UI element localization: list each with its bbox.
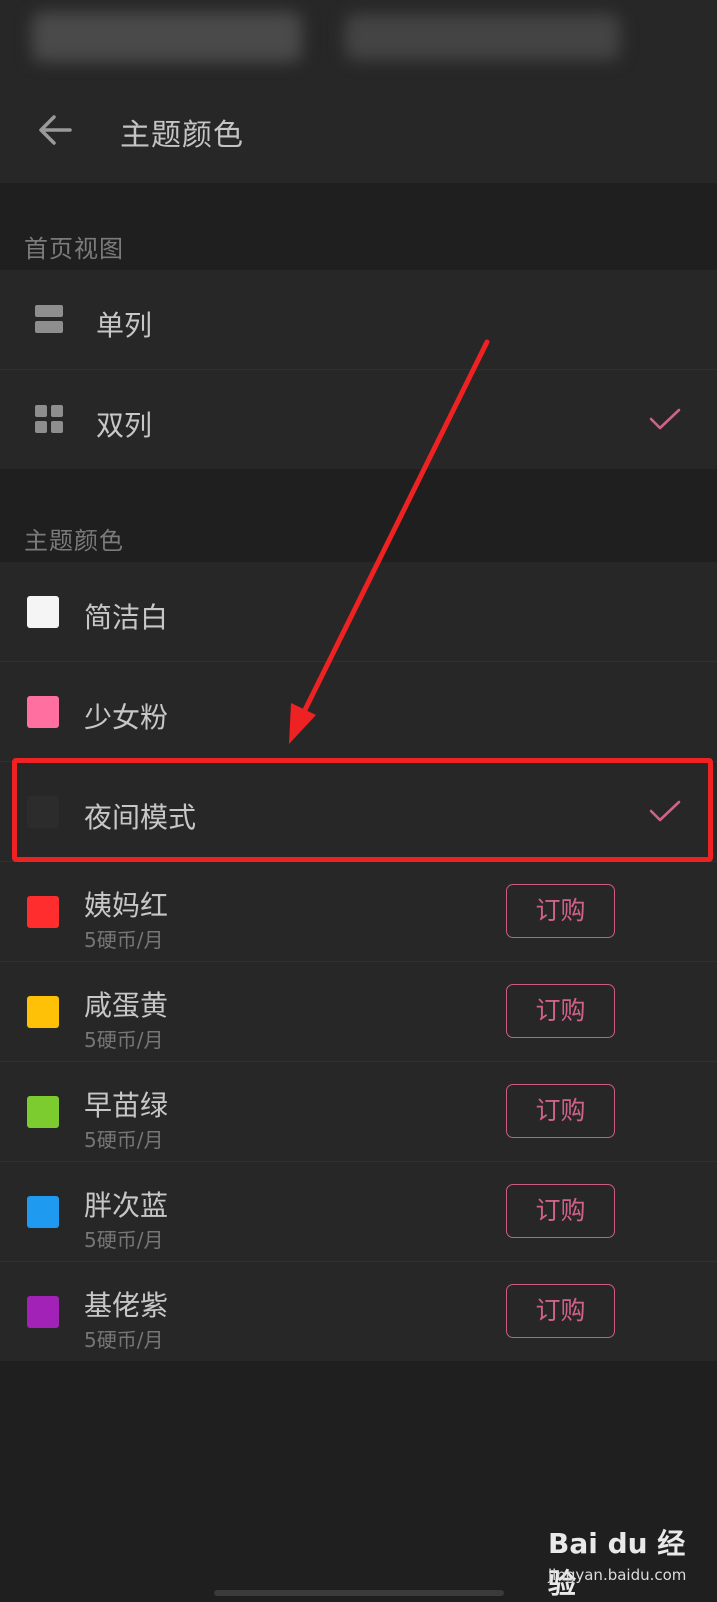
home-indicator[interactable] [214, 1590, 504, 1596]
status-bar [0, 0, 717, 80]
theme-option-white[interactable]: 简洁白 [0, 562, 717, 662]
color-swatch [27, 1096, 59, 1128]
color-swatch [27, 896, 59, 928]
subscribe-button[interactable]: 订购 [506, 884, 615, 938]
watermark: Bai du 经验 jingyan.baidu.com [548, 1518, 708, 1600]
checkmark-icon [649, 408, 681, 430]
option-single-column[interactable]: 单列 [0, 270, 717, 370]
checkmark-icon [649, 800, 681, 822]
theme-label: 姨妈红 [84, 889, 169, 922]
theme-label: 胖次蓝 [84, 1189, 169, 1222]
color-swatch [27, 1296, 59, 1328]
back-arrow-icon [39, 115, 72, 145]
watermark-url: jingyan.baidu.com [548, 1566, 687, 1584]
subscribe-button[interactable]: 订购 [506, 1084, 615, 1138]
theme-label: 夜间模式 [84, 801, 197, 834]
app-bar: 主题颜色 [0, 80, 717, 183]
subscribe-button[interactable]: 订购 [506, 1184, 615, 1238]
option-label: 单列 [96, 309, 153, 342]
home-view-group: 单列 双列 [0, 270, 717, 469]
theme-price: 5硬币/月 [84, 1028, 164, 1052]
back-button[interactable] [28, 102, 84, 158]
theme-label: 早苗绿 [84, 1089, 169, 1122]
theme-option-blue[interactable]: 胖次蓝 5硬币/月 订购 [0, 1162, 717, 1262]
blurred-status-left [32, 12, 302, 62]
theme-option-purple[interactable]: 基佬紫 5硬币/月 订购 [0, 1262, 717, 1361]
single-column-icon [35, 305, 63, 333]
watermark-logo: Bai du 经验 [548, 1527, 686, 1600]
theme-price: 5硬币/月 [84, 928, 164, 952]
theme-label: 少女粉 [84, 701, 169, 734]
theme-price: 5硬币/月 [84, 1228, 164, 1252]
theme-price: 5硬币/月 [84, 1328, 164, 1352]
color-swatch [27, 596, 59, 628]
section-label-theme: 主题颜色 [24, 527, 124, 555]
option-double-column[interactable]: 双列 [0, 370, 717, 469]
theme-option-yellow[interactable]: 咸蛋黄 5硬币/月 订购 [0, 962, 717, 1062]
theme-label: 咸蛋黄 [84, 989, 169, 1022]
section-label-home-view: 首页视图 [24, 235, 124, 263]
blurred-status-right [345, 14, 620, 60]
theme-option-green[interactable]: 早苗绿 5硬币/月 订购 [0, 1062, 717, 1162]
subscribe-button[interactable]: 订购 [506, 984, 615, 1038]
theme-option-pink[interactable]: 少女粉 [0, 662, 717, 762]
theme-option-red[interactable]: 姨妈红 5硬币/月 订购 [0, 862, 717, 962]
grid-icon [35, 405, 63, 433]
option-label: 双列 [96, 409, 153, 442]
theme-group: 简洁白 少女粉 夜间模式 姨妈红 5硬币/月 订购 咸蛋黄 5硬币/月 订购 早… [0, 562, 717, 1361]
color-swatch [27, 696, 59, 728]
page-title: 主题颜色 [120, 118, 244, 153]
theme-option-night[interactable]: 夜间模式 [0, 762, 717, 862]
theme-label: 基佬紫 [84, 1289, 169, 1322]
color-swatch [27, 996, 59, 1028]
color-swatch [27, 1196, 59, 1228]
theme-label: 简洁白 [84, 601, 169, 634]
theme-price: 5硬币/月 [84, 1128, 164, 1152]
subscribe-button[interactable]: 订购 [506, 1284, 615, 1338]
color-swatch [27, 796, 59, 828]
